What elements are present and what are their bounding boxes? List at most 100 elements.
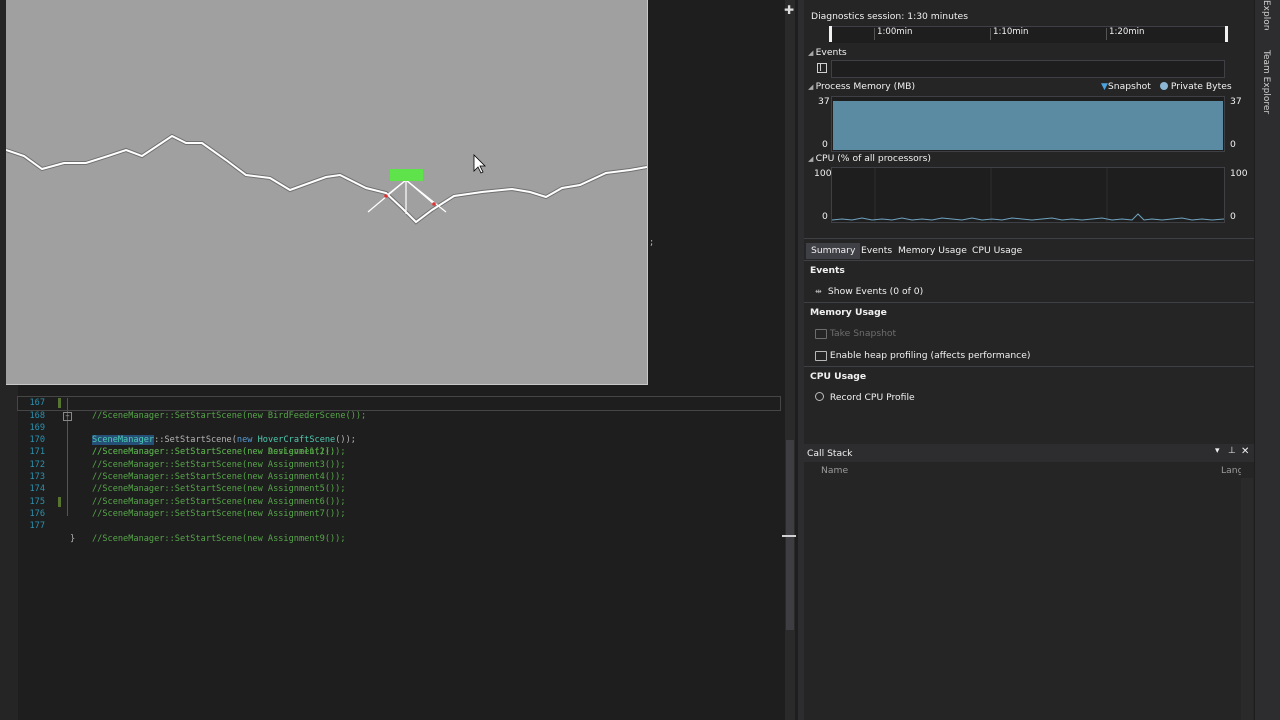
- timeline-tick-label: 1:20min: [1109, 27, 1145, 37]
- terrain-line: [6, 134, 647, 224]
- session-duration-label: Diagnostics session: 1:30 minutes: [811, 11, 968, 22]
- code-line[interactable]: 174 //SceneManager::SetStartScene(new As…: [18, 471, 780, 506]
- code-line[interactable]: 175 //SceneManager::SetStartScene(new As…: [18, 483, 780, 519]
- code-line[interactable]: 177 }: [18, 508, 780, 543]
- events-track[interactable]: [831, 60, 1225, 78]
- code-line[interactable]: 173 //SceneManager::SetStartScene(new As…: [18, 459, 780, 494]
- memory-section-header[interactable]: ◢ Process Memory (MB): [808, 81, 915, 92]
- tab-summary[interactable]: Summary: [806, 243, 861, 259]
- take-snapshot-button[interactable]: Take Snapshot: [815, 328, 896, 339]
- hovercraft-body: [390, 169, 423, 181]
- timeline-end-handle[interactable]: [1225, 26, 1228, 42]
- snapshot-legend[interactable]: ▼Snapshot: [1101, 81, 1151, 92]
- memory-axis-min: 0: [822, 139, 828, 150]
- pause-icon[interactable]: [817, 63, 827, 73]
- timeline-tick-label: 1:10min: [993, 27, 1029, 37]
- memory-graph[interactable]: [831, 96, 1225, 152]
- cpu-axis-min: 0: [822, 211, 828, 222]
- private-bytes-legend-label: Private Bytes: [1170, 81, 1232, 92]
- tab-cpu-usage[interactable]: CPU Usage: [967, 243, 1027, 259]
- cpu-graph-canvas: [832, 168, 1224, 222]
- solution-explorer-tab[interactable]: Explorer: [1261, 0, 1271, 30]
- column-header-language[interactable]: Lang: [1221, 465, 1241, 476]
- timeline-tick: [990, 28, 991, 40]
- timeline-tick: [874, 28, 875, 40]
- show-events-label: Show Events (0 of 0): [827, 286, 924, 297]
- dropdown-arrow-icon[interactable]: ▾: [1215, 446, 1220, 456]
- events-icon: ⇹: [815, 287, 822, 296]
- tab-events[interactable]: Events: [856, 243, 897, 259]
- record-circle-icon: [815, 392, 824, 401]
- camera-icon: [815, 328, 827, 339]
- memory-axis-max: 37: [818, 96, 830, 107]
- game-window[interactable]: [6, 0, 648, 385]
- contact-point: [384, 194, 388, 198]
- call-stack-titlebar[interactable]: [804, 444, 1254, 462]
- code-line[interactable]: 176 //SceneManager::SetStartScene(new As…: [18, 496, 780, 544]
- tab-memory-usage[interactable]: Memory Usage: [893, 243, 972, 259]
- record-cpu-label: Record CPU Profile: [829, 392, 915, 403]
- enable-heap-profiling-link[interactable]: Enable heap profiling (affects performan…: [815, 350, 1030, 361]
- cpu-axis-max-right: 100: [1230, 168, 1248, 179]
- divider: [804, 366, 1254, 367]
- record-cpu-profile-button[interactable]: Record CPU Profile: [815, 392, 915, 403]
- hover-beam: [385, 179, 407, 197]
- show-events-link[interactable]: ⇹ Show Events (0 of 0): [815, 286, 923, 297]
- terrain-outline: [6, 133, 647, 225]
- contact-point: [432, 202, 436, 206]
- column-header-name[interactable]: Name: [821, 465, 848, 476]
- change-marker: [58, 398, 61, 409]
- code-lines[interactable]: 167 //SceneManager::SetStartScene(new Bi…: [17, 385, 781, 544]
- team-explorer-tab[interactable]: Team Explorer: [1261, 50, 1271, 114]
- change-marker: [58, 496, 61, 507]
- scrollbar-caret-marker: [782, 535, 796, 537]
- divider: [804, 302, 1254, 303]
- pin-icon[interactable]: ⊥: [1228, 446, 1236, 456]
- code-line-current[interactable]: 168 SceneManager::SetStartScene(new Hove…: [17, 396, 781, 446]
- pause-icon-bar: [820, 64, 821, 71]
- cpu-graph[interactable]: [831, 167, 1225, 223]
- summary-cpu-title: CPU Usage: [810, 371, 867, 382]
- take-snapshot-label: Take Snapshot: [829, 328, 897, 339]
- code-line[interactable]: 169 − //SceneManager::SetStartScene(new …: [18, 410, 780, 457]
- cpu-axis-min-right: 0: [1230, 211, 1236, 222]
- memory-axis-min-right: 0: [1230, 139, 1236, 150]
- hover-beam: [405, 179, 435, 205]
- timeline-tick-label: 1:00min: [877, 27, 913, 37]
- mouse-cursor-icon: [473, 154, 486, 174]
- call-stack-list[interactable]: [804, 478, 1241, 720]
- private-bytes-legend[interactable]: Private Bytes: [1160, 81, 1232, 92]
- collapse-toggle-icon[interactable]: −: [63, 411, 72, 421]
- private-bytes-circle-icon: [1160, 82, 1168, 90]
- events-header-label: Events: [815, 47, 847, 58]
- cpu-header-label: CPU (% of all processors): [815, 153, 931, 164]
- events-section-header[interactable]: ◢ Events: [808, 47, 847, 58]
- call-stack-title: Call Stack: [807, 448, 853, 459]
- divider: [804, 260, 1254, 261]
- line-number: 177: [29, 521, 45, 532]
- code-line[interactable]: 172 //SceneManager::SetStartScene(new As…: [18, 446, 780, 482]
- close-icon[interactable]: ✕: [1241, 446, 1249, 457]
- code-line[interactable]: 170 //SceneManager::SetStartScene(new As…: [18, 422, 780, 457]
- code-text[interactable]: }: [70, 533, 75, 545]
- memory-header-label: Process Memory (MB): [815, 81, 916, 92]
- game-canvas: [6, 133, 647, 225]
- snapshot-legend-label: Snapshot: [1107, 81, 1151, 92]
- terrain: [6, 133, 647, 225]
- stray-code-glyph: ;: [649, 238, 655, 248]
- memory-axis-max-right: 37: [1230, 96, 1242, 107]
- cpu-section-header[interactable]: ◢ CPU (% of all processors): [808, 153, 931, 164]
- code-line[interactable]: 171 //SceneManager::SetStartScene(new As…: [18, 434, 780, 469]
- code-text[interactable]: //SceneManager::SetStartScene(new Assign…: [92, 533, 346, 545]
- code-line[interactable]: 167 //SceneManager::SetStartScene(new Bi…: [18, 385, 780, 420]
- timeline-start-handle[interactable]: [829, 26, 832, 42]
- cpu-usage-line: [832, 213, 1224, 221]
- divider: [804, 238, 1254, 239]
- summary-memory-title: Memory Usage: [810, 307, 887, 318]
- timeline-tick: [1106, 28, 1107, 40]
- call-stack-scrollbar[interactable]: [1241, 478, 1253, 720]
- split-window-icon[interactable]: ✚: [783, 4, 795, 16]
- memory-graph-fill: [833, 101, 1223, 150]
- cpu-axis-max: 100: [814, 168, 832, 179]
- summary-events-title: Events: [810, 265, 845, 276]
